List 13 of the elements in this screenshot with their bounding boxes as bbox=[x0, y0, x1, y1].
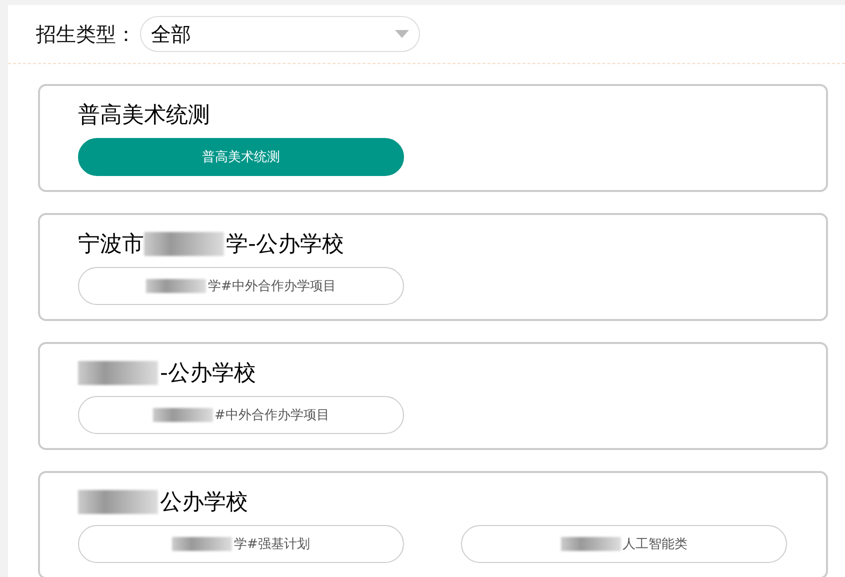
caret-icon bbox=[395, 30, 409, 38]
school-name: 学-公办学校 bbox=[226, 231, 344, 259]
program-option-button[interactable]: 人工智能类 bbox=[461, 525, 787, 563]
filter-label: 招生类型： bbox=[36, 20, 136, 48]
program-option-button[interactable]: 学#中外合作办学项目 bbox=[78, 267, 404, 305]
school-name: 宁波市 bbox=[78, 231, 144, 259]
program-option-button[interactable]: 学#强基计划 bbox=[78, 525, 404, 563]
school-name: 普高美术统测 bbox=[78, 102, 210, 130]
school-name: 公办学校 bbox=[160, 489, 248, 517]
program-option-button[interactable]: 普高美术统测 bbox=[78, 138, 404, 176]
program-option-button[interactable]: #中外合作办学项目 bbox=[78, 396, 404, 434]
school-name: -公办学校 bbox=[160, 360, 256, 388]
type-dropdown[interactable]: 全部 bbox=[140, 16, 420, 52]
